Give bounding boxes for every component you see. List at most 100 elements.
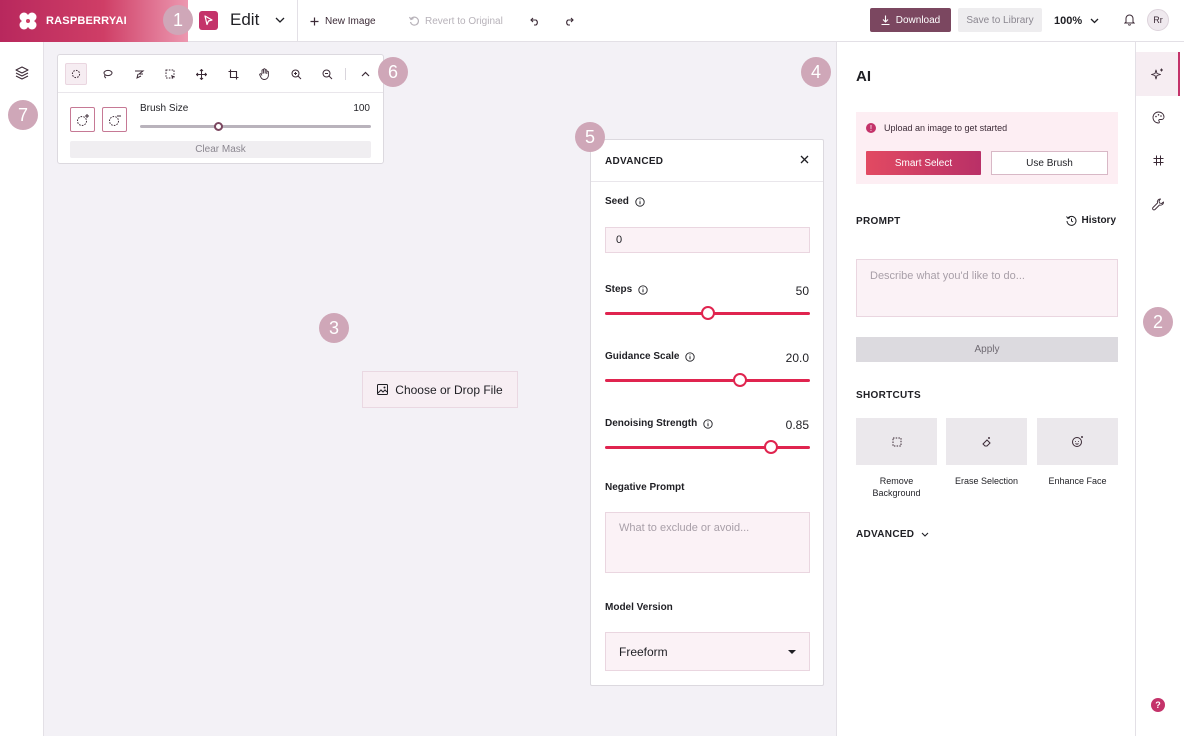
ai-panel: AI ! Upload an image to get started Smar…	[836, 42, 1136, 736]
advanced-toggle[interactable]: ADVANCED	[856, 529, 929, 540]
undo-button[interactable]	[530, 0, 546, 42]
right-rail: ?	[1136, 42, 1184, 736]
steps-slider[interactable]	[605, 306, 810, 320]
download-button[interactable]: Download	[870, 8, 951, 32]
revert-icon	[409, 16, 419, 26]
lasso-icon	[103, 69, 112, 79]
grid-icon	[1153, 155, 1163, 165]
raspberry-logo-icon	[19, 12, 37, 30]
shortcut-remove-background[interactable]	[856, 418, 937, 465]
guidance-scale-slider[interactable]	[605, 373, 810, 387]
history-button[interactable]: History	[1065, 215, 1116, 226]
zoom-value: 100%	[1054, 15, 1083, 27]
brand[interactable]: RASPBERRYAI	[0, 0, 188, 42]
move-icon	[195, 68, 207, 80]
prompt-input[interactable]: Describe what you'd like to do...	[856, 259, 1118, 317]
tool-hand[interactable]	[253, 63, 275, 85]
brush-subtract-icon	[108, 115, 121, 126]
save-to-library-button[interactable]: Save to Library	[958, 8, 1042, 32]
choose-file-button[interactable]: Choose or Drop File	[362, 371, 518, 408]
callout-badge: 2	[1143, 307, 1173, 337]
selection-toolbar: Brush Size 100 Clear Mask	[57, 54, 384, 164]
notice-text: Upload an image to get started	[884, 123, 1008, 133]
new-image-label: New Image	[325, 15, 376, 27]
model-version-value: Freeform	[619, 644, 668, 659]
brush-size-slider[interactable]	[140, 122, 371, 131]
info-icon[interactable]	[703, 418, 713, 429]
guidance-scale-label-text: Guidance Scale	[605, 351, 680, 362]
tool-pen-lasso[interactable]	[128, 63, 150, 85]
plus-icon	[310, 17, 319, 25]
history-icon	[1065, 215, 1077, 226]
tool-lasso[interactable]	[96, 63, 118, 85]
seed-label: Seed	[605, 196, 645, 207]
image-icon	[377, 384, 389, 395]
mode-selector[interactable]: Edit	[199, 10, 285, 30]
ai-panel-title: AI	[856, 68, 871, 85]
close-advanced-button[interactable]	[800, 155, 809, 167]
collapse-toolbar-button[interactable]	[354, 63, 376, 85]
denoising-strength-label-text: Denoising Strength	[605, 418, 698, 429]
brush-size-label: Brush Size	[140, 103, 189, 114]
info-icon[interactable]	[685, 351, 696, 362]
tool-select[interactable]	[65, 63, 87, 85]
negative-prompt-input[interactable]: What to exclude or avoid...	[605, 512, 810, 573]
steps-label: Steps	[605, 284, 648, 295]
guidance-scale-value: 20.0	[785, 351, 809, 365]
shortcut-label: Remove Background	[872, 476, 921, 498]
rail-tools[interactable]	[1136, 182, 1180, 226]
brush-subtract-button[interactable]	[102, 107, 127, 132]
rail-colors[interactable]	[1136, 95, 1180, 139]
shortcut-erase-selection[interactable]	[946, 418, 1027, 465]
clear-mask-button[interactable]: Clear Mask	[70, 141, 371, 158]
tool-row	[58, 55, 383, 93]
tool-zoom-out[interactable]	[316, 63, 338, 85]
info-icon[interactable]	[638, 284, 648, 295]
brush-add-button[interactable]	[70, 107, 95, 132]
shortcut-enhance-face[interactable]	[1037, 418, 1118, 465]
slider-thumb[interactable]	[764, 440, 779, 454]
brush-size-value: 100	[353, 103, 370, 114]
rect-select-icon	[165, 69, 175, 79]
chevron-down-icon	[1090, 18, 1099, 24]
info-icon[interactable]	[635, 196, 645, 207]
slider-thumb[interactable]	[214, 122, 224, 131]
notifications-button[interactable]	[1123, 13, 1136, 29]
tool-move[interactable]	[190, 63, 212, 85]
denoising-strength-slider[interactable]	[605, 440, 810, 454]
model-version-select[interactable]: Freeform	[605, 632, 810, 671]
avatar[interactable]: Rr	[1147, 9, 1169, 31]
notice-message: ! Upload an image to get started	[866, 123, 1007, 133]
divider	[345, 68, 346, 80]
smart-select-button[interactable]: Smart Select	[866, 151, 981, 175]
new-image-button[interactable]: New Image	[310, 0, 376, 42]
chevron-down-icon	[275, 17, 285, 23]
zoom-dropdown[interactable]: 100%	[1054, 0, 1099, 42]
rail-grid[interactable]	[1136, 138, 1180, 182]
layers-button[interactable]	[15, 66, 29, 83]
caret-down-icon	[788, 650, 796, 654]
bell-icon	[1123, 14, 1136, 26]
upload-notice: ! Upload an image to get started Smart S…	[856, 112, 1118, 184]
slider-thumb[interactable]	[733, 373, 748, 387]
divider	[297, 0, 298, 42]
callout-badge: 3	[319, 313, 349, 343]
tool-crop[interactable]	[222, 63, 244, 85]
rail-ai[interactable]	[1136, 52, 1180, 96]
close-icon	[800, 155, 809, 164]
revert-button[interactable]: Revert to Original	[409, 0, 503, 42]
use-brush-button[interactable]: Use Brush	[991, 151, 1108, 175]
redo-button[interactable]	[564, 0, 580, 42]
hand-icon	[258, 68, 269, 80]
seed-input[interactable]: 0	[605, 227, 810, 253]
apply-button[interactable]: Apply	[856, 337, 1118, 362]
help-icon[interactable]: ?	[1151, 698, 1165, 712]
shortcut-label: Erase Selection	[954, 476, 1019, 486]
slider-thumb[interactable]	[700, 306, 715, 320]
download-icon	[881, 15, 890, 25]
crop-icon	[228, 69, 238, 79]
tool-rect-select[interactable]	[159, 63, 181, 85]
palette-icon	[1152, 111, 1164, 123]
eraser-icon	[981, 436, 991, 446]
tool-zoom-in[interactable]	[285, 63, 307, 85]
